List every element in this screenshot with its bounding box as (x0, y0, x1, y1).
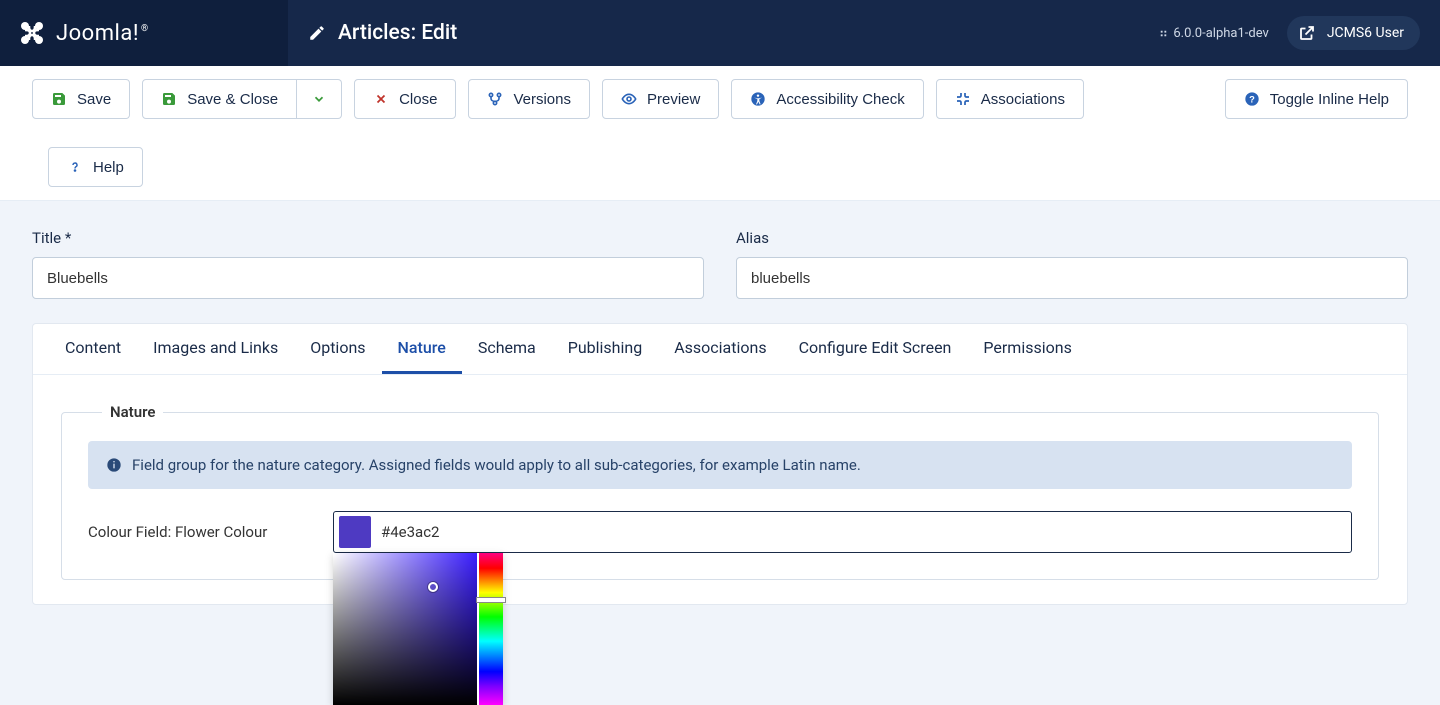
tab-permissions[interactable]: Permissions (967, 324, 1087, 374)
colour-input[interactable]: #4e3ac2 (333, 511, 1352, 553)
toolbar: Save Save & Close Close Versions Preview… (0, 66, 1440, 201)
preview-label: Preview (647, 91, 700, 108)
title-alias-row: Title * Alias (32, 229, 1408, 299)
save-close-button[interactable]: Save & Close (142, 79, 297, 119)
versions-label: Versions (513, 91, 571, 108)
help-label: Help (93, 159, 124, 176)
colour-swatch[interactable] (339, 516, 371, 548)
a11y-label: Accessibility Check (776, 91, 904, 108)
joomla-mini-icon (1158, 28, 1169, 39)
preview-button[interactable]: Preview (602, 79, 719, 119)
help-circle-icon: ? (1244, 91, 1260, 107)
sv-marker[interactable] (428, 582, 438, 592)
tab-nature[interactable]: Nature (382, 324, 462, 374)
tab-schema[interactable]: Schema (462, 324, 552, 374)
colour-hex-text: #4e3ac2 (375, 523, 440, 541)
save-close-group: Save & Close (142, 79, 342, 119)
save-close-dropdown[interactable] (297, 79, 342, 119)
colour-picker-sv[interactable] (333, 553, 477, 705)
associations-button[interactable]: Associations (936, 79, 1084, 119)
question-icon (67, 159, 83, 175)
external-link-icon (1297, 23, 1317, 43)
help-button[interactable]: Help (48, 147, 143, 187)
inline-help-button[interactable]: ? Toggle Inline Help (1225, 79, 1408, 119)
info-alert-text: Field group for the nature category. Ass… (132, 456, 861, 474)
close-icon (373, 91, 389, 107)
save-button[interactable]: Save (32, 79, 130, 119)
title-field: Title * (32, 229, 704, 299)
brand-text: Joomla!® (56, 21, 149, 46)
inline-help-label: Toggle Inline Help (1270, 91, 1389, 108)
version-text: 6.0.0-alpha1-dev (1173, 26, 1268, 41)
tab-associations[interactable]: Associations (658, 324, 782, 374)
tab-content[interactable]: Content (49, 324, 137, 374)
info-icon (106, 457, 122, 473)
tab-publishing[interactable]: Publishing (552, 324, 658, 374)
alias-field: Alias (736, 229, 1408, 299)
page-body: Title * Alias ContentImages and LinksOpt… (0, 201, 1440, 633)
hue-marker[interactable] (476, 597, 506, 603)
nature-legend: Nature (102, 403, 163, 421)
svg-text:?: ? (1249, 94, 1255, 104)
accessibility-icon (750, 91, 766, 107)
colour-field-row: Colour Field: Flower Colour #4e3ac2 (88, 511, 1352, 553)
chevron-down-icon (311, 91, 327, 107)
close-button[interactable]: Close (354, 79, 456, 119)
save-icon (51, 91, 67, 107)
title-input[interactable] (32, 257, 704, 299)
joomla-logo-icon (16, 17, 48, 49)
page-title-text: Articles: Edit (338, 21, 457, 45)
save-label: Save (77, 91, 111, 108)
eye-icon (621, 91, 637, 107)
branch-icon (487, 91, 503, 107)
colour-field-label: Colour Field: Flower Colour (88, 523, 333, 541)
page-title: Articles: Edit (288, 0, 1158, 66)
colour-input-wrap: #4e3ac2 (333, 511, 1352, 553)
tab-images-and-links[interactable]: Images and Links (137, 324, 294, 374)
alias-label: Alias (736, 229, 1408, 247)
pencil-icon (308, 24, 326, 42)
save-close-label: Save & Close (187, 91, 278, 108)
save-icon (161, 91, 177, 107)
alias-input[interactable] (736, 257, 1408, 299)
colour-picker-hue[interactable] (479, 553, 503, 705)
tab-panel-nature: Nature Field group for the nature catego… (33, 375, 1407, 604)
close-label: Close (399, 91, 437, 108)
colour-picker (333, 553, 503, 705)
user-label: JCMS6 User (1327, 25, 1404, 41)
topbar: Joomla!® Articles: Edit 6.0.0-alpha1-dev… (0, 0, 1440, 66)
tabs: ContentImages and LinksOptionsNatureSche… (33, 324, 1407, 375)
versions-button[interactable]: Versions (468, 79, 590, 119)
version-badge[interactable]: 6.0.0-alpha1-dev (1158, 26, 1268, 41)
info-alert: Field group for the nature category. Ass… (88, 441, 1352, 489)
title-label: Title * (32, 229, 704, 247)
contract-icon (955, 91, 971, 107)
main-card: ContentImages and LinksOptionsNatureSche… (32, 323, 1408, 605)
tab-options[interactable]: Options (294, 324, 381, 374)
user-menu[interactable]: JCMS6 User (1287, 16, 1420, 50)
tab-configure-edit-screen[interactable]: Configure Edit Screen (783, 324, 968, 374)
nature-fieldset: Nature Field group for the nature catego… (61, 403, 1379, 580)
topbar-right: 6.0.0-alpha1-dev JCMS6 User (1158, 0, 1440, 66)
assoc-label: Associations (981, 91, 1065, 108)
a11y-button[interactable]: Accessibility Check (731, 79, 923, 119)
brand-section[interactable]: Joomla!® (0, 0, 288, 66)
